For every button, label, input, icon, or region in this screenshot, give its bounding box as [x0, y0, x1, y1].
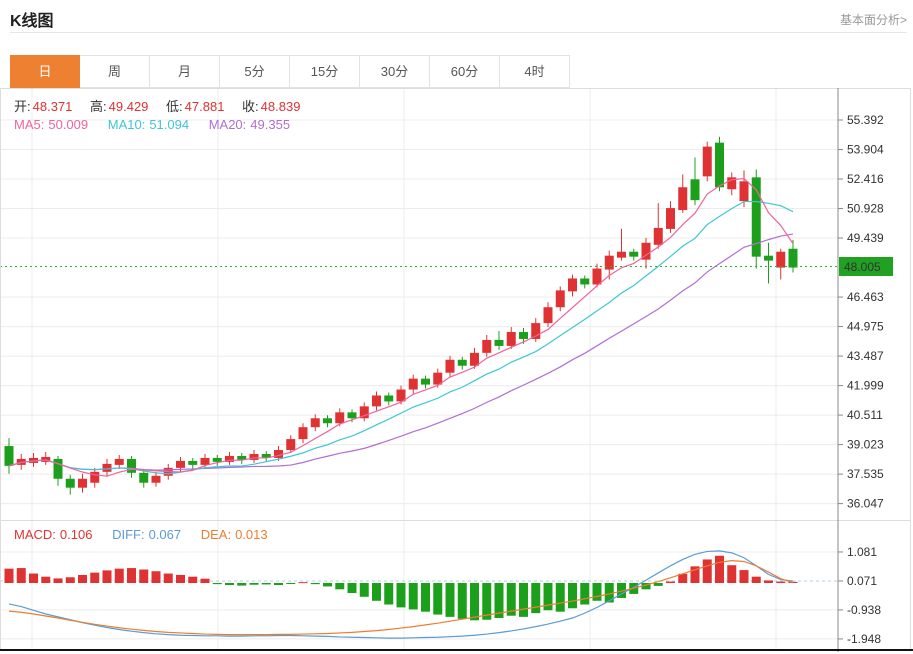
svg-text:43.487: 43.487	[847, 349, 884, 363]
svg-text:49.439: 49.439	[847, 231, 884, 245]
svg-text:1.081: 1.081	[847, 545, 877, 559]
macd-histogram	[5, 556, 798, 621]
tab-interval-2[interactable]: 周	[80, 55, 150, 88]
fundamental-analysis-link[interactable]: 基本面分析>	[840, 11, 907, 28]
tab-interval-1[interactable]: 日	[10, 55, 80, 88]
tab-interval-7[interactable]: 60分	[430, 55, 500, 88]
svg-text:36.047: 36.047	[847, 497, 884, 511]
svg-text:53.904: 53.904	[847, 143, 884, 157]
svg-text:55.392: 55.392	[847, 113, 884, 127]
svg-text:44.975: 44.975	[847, 320, 884, 334]
svg-text:40.511: 40.511	[847, 408, 883, 422]
svg-text:0.071: 0.071	[847, 574, 877, 588]
header-divider	[10, 32, 907, 33]
kline-page: { "header": { "title": "K线图", "right_lin…	[0, 0, 913, 654]
ma-lines	[9, 179, 793, 477]
svg-text:52.416: 52.416	[847, 172, 884, 186]
tab-interval-4[interactable]: 5分	[220, 55, 290, 88]
page-title: K线图	[10, 7, 54, 31]
tab-interval-8[interactable]: 4时	[500, 55, 570, 88]
interval-tab-bar: 日周月5分15分30分60分4时	[10, 55, 570, 88]
svg-text:-1.948: -1.948	[847, 632, 881, 646]
svg-text:50.928: 50.928	[847, 202, 884, 216]
svg-text:39.023: 39.023	[847, 438, 884, 452]
grid-layer	[0, 88, 838, 650]
tab-interval-6[interactable]: 30分	[360, 55, 430, 88]
svg-text:46.463: 46.463	[847, 290, 884, 304]
tab-interval-5[interactable]: 15分	[290, 55, 360, 88]
svg-text:37.535: 37.535	[847, 467, 884, 481]
chart-canvas[interactable]: 55.392 53.904 52.416 50.928 49.439 46.463 44.9…	[0, 88, 913, 654]
svg-text:41.999: 41.999	[847, 379, 884, 393]
svg-text:-0.938: -0.938	[847, 603, 881, 617]
tab-interval-3[interactable]: 月	[150, 55, 220, 88]
candles-layer	[5, 137, 798, 495]
svg-text:48.005: 48.005	[844, 260, 881, 274]
current-price-badge: 48.005	[839, 257, 893, 276]
